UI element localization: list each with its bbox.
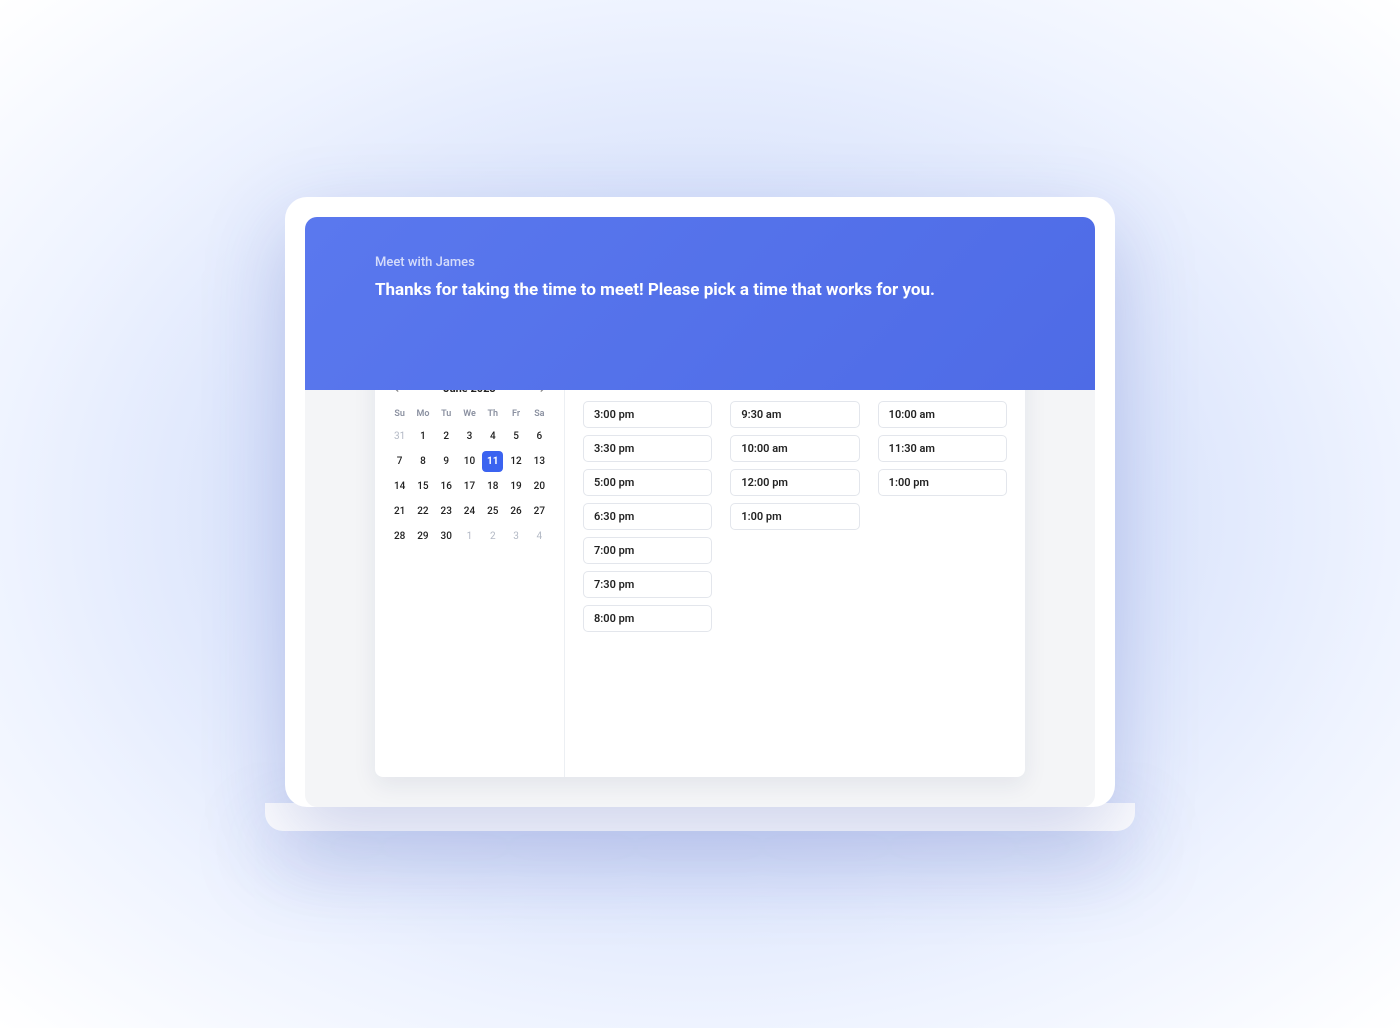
calendar-day[interactable]: 28: [389, 526, 410, 547]
calendar-dow: Sa: [529, 406, 550, 422]
calendar-day[interactable]: 1: [412, 426, 433, 447]
calendar-day[interactable]: 21: [389, 501, 410, 522]
time-slot[interactable]: 7:00 pm: [583, 537, 712, 564]
calendar-day[interactable]: 9: [436, 451, 457, 472]
calendar-day[interactable]: 23: [436, 501, 457, 522]
time-slot[interactable]: 5:00 pm: [583, 469, 712, 496]
laptop-base: [265, 803, 1135, 831]
calendar-day[interactable]: 20: [529, 476, 550, 497]
time-slot[interactable]: 1:00 pm: [730, 503, 859, 530]
time-slot[interactable]: 12:00 pm: [730, 469, 859, 496]
calendar-day[interactable]: 11: [482, 451, 503, 472]
time-slot[interactable]: 3:30 pm: [583, 435, 712, 462]
calendar-day[interactable]: 12: [505, 451, 526, 472]
calendar-day[interactable]: 5: [505, 426, 526, 447]
laptop-frame: Meet with James Thanks for taking the ti…: [285, 197, 1115, 807]
time-column: Fri Jun 129:30 am10:00 am12:00 pm1:00 pm: [730, 380, 859, 639]
scheduler-card: Select Date June 2023 SuMoTuWeThFrSa3112…: [375, 335, 1025, 777]
calendar-day[interactable]: 14: [389, 476, 410, 497]
time-panel: Select Time Thu Jun 113:00 pm3:30 pm5:00…: [565, 335, 1025, 777]
calendar-dow: Th: [482, 406, 503, 422]
calendar-day[interactable]: 2: [436, 426, 457, 447]
time-slot[interactable]: 8:00 pm: [583, 605, 712, 632]
time-slot[interactable]: 7:30 pm: [583, 571, 712, 598]
time-slot[interactable]: 10:00 am: [878, 401, 1007, 428]
calendar-dow: Mo: [412, 406, 433, 422]
date-panel: Select Date June 2023 SuMoTuWeThFrSa3112…: [375, 335, 565, 777]
calendar-day[interactable]: 18: [482, 476, 503, 497]
calendar-day[interactable]: 25: [482, 501, 503, 522]
calendar-day[interactable]: 29: [412, 526, 433, 547]
calendar-day[interactable]: 2: [482, 526, 503, 547]
time-slot[interactable]: 10:00 am: [730, 435, 859, 462]
time-columns: Thu Jun 113:00 pm3:30 pm5:00 pm6:30 pm7:…: [583, 380, 1007, 639]
calendar-day[interactable]: 13: [529, 451, 550, 472]
calendar-dow: Su: [389, 406, 410, 422]
calendar-dow: We: [459, 406, 480, 422]
time-column: Thu Jun 113:00 pm3:30 pm5:00 pm6:30 pm7:…: [583, 380, 712, 639]
calendar-day[interactable]: 4: [529, 526, 550, 547]
calendar-dow: Tu: [436, 406, 457, 422]
calendar-day[interactable]: 3: [459, 426, 480, 447]
hero-title: Thanks for taking the time to meet! Plea…: [375, 280, 1025, 300]
calendar-day[interactable]: 1: [459, 526, 480, 547]
time-slot[interactable]: 9:30 am: [730, 401, 859, 428]
hero-subtitle: Meet with James: [375, 255, 1025, 270]
time-slot[interactable]: 6:30 pm: [583, 503, 712, 530]
calendar-day[interactable]: 27: [529, 501, 550, 522]
calendar-day[interactable]: 31: [389, 426, 410, 447]
hero: Meet with James Thanks for taking the ti…: [305, 217, 1095, 390]
time-column: Mon Jun 1510:00 am11:30 am1:00 pm: [878, 380, 1007, 639]
calendar-dow: Fr: [505, 406, 526, 422]
calendar-day[interactable]: 17: [459, 476, 480, 497]
calendar-day[interactable]: 22: [412, 501, 433, 522]
calendar-day[interactable]: 19: [505, 476, 526, 497]
calendar-day[interactable]: 6: [529, 426, 550, 447]
calendar-day[interactable]: 26: [505, 501, 526, 522]
calendar-day[interactable]: 4: [482, 426, 503, 447]
calendar-day[interactable]: 30: [436, 526, 457, 547]
calendar-day[interactable]: 7: [389, 451, 410, 472]
time-slot[interactable]: 11:30 am: [878, 435, 1007, 462]
time-slot[interactable]: 1:00 pm: [878, 469, 1007, 496]
calendar-grid: SuMoTuWeThFrSa31123456789101112131415161…: [389, 406, 550, 547]
calendar-day[interactable]: 3: [505, 526, 526, 547]
time-slot[interactable]: 3:00 pm: [583, 401, 712, 428]
calendar-day[interactable]: 10: [459, 451, 480, 472]
app-screen: Meet with James Thanks for taking the ti…: [305, 217, 1095, 807]
calendar-day[interactable]: 16: [436, 476, 457, 497]
calendar-day[interactable]: 8: [412, 451, 433, 472]
calendar-day[interactable]: 24: [459, 501, 480, 522]
calendar-day[interactable]: 15: [412, 476, 433, 497]
